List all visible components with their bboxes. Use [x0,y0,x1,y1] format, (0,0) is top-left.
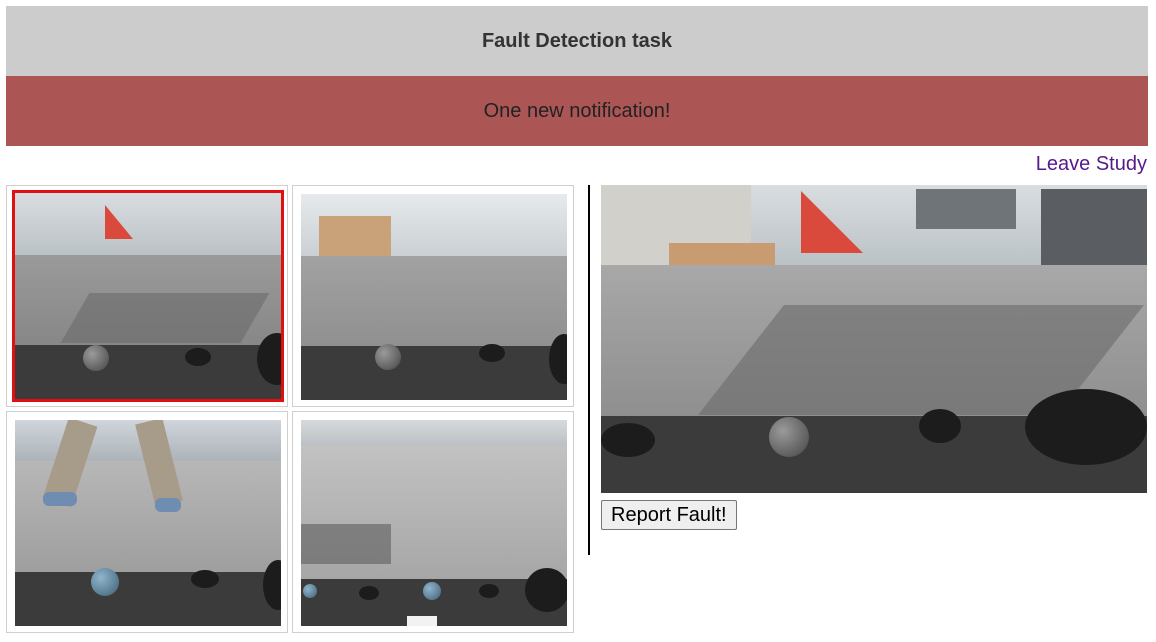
main-camera-view [601,185,1147,493]
notification-text: One new notification! [483,99,671,122]
view-divider [588,185,590,555]
leave-study-link[interactable]: Leave Study [1036,153,1147,176]
camera-grid [6,185,578,635]
notification-banner: One new notification! [6,76,1148,146]
page-header: Fault Detection task [6,6,1148,76]
camera-feed-1[interactable] [6,185,288,407]
camera-feed-2-image [301,194,567,400]
page-title: Fault Detection task [481,29,673,52]
camera-feed-1-image [12,190,284,402]
camera-feed-2[interactable] [292,185,574,407]
camera-feed-4-image [301,420,567,626]
camera-feed-3-image [15,420,281,626]
camera-feed-4[interactable] [292,411,574,633]
report-fault-button[interactable]: Report Fault! [601,500,737,530]
camera-feed-3[interactable] [6,411,288,633]
